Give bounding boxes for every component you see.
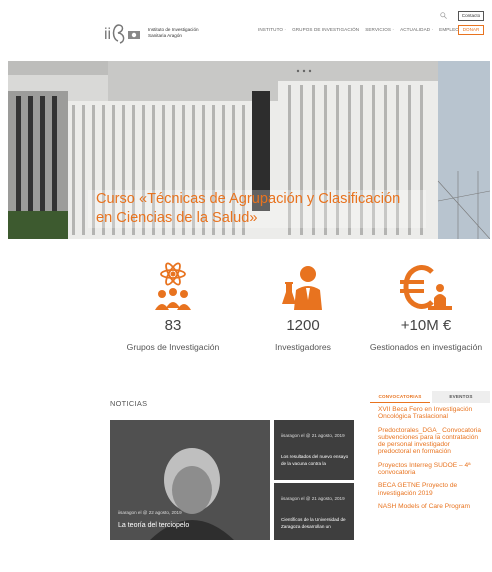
hero-title[interactable]: Curso «Técnicas de Agrupación y Clasific… bbox=[88, 190, 426, 228]
site-header: ii Instituto de Investigación Sanitaria … bbox=[0, 0, 492, 60]
logo-text: Instituto de Investigación Sanitaria Ara… bbox=[148, 27, 199, 38]
iis-logo-mark: ii bbox=[104, 24, 140, 44]
tab-convocatorias[interactable]: CONVOCATORIAS bbox=[370, 391, 430, 403]
contact-button[interactable]: Contacto bbox=[458, 11, 484, 21]
convocatoria-link[interactable]: BECA GETNE Proyecto de investigación 201… bbox=[378, 482, 482, 497]
news-title[interactable]: La teoría del terciopelo bbox=[118, 522, 189, 529]
atom-people-icon bbox=[155, 262, 191, 310]
search-icon[interactable] bbox=[440, 12, 447, 19]
svg-text:ii: ii bbox=[104, 26, 111, 43]
stat-researchers: 1200 Investigadores bbox=[258, 262, 348, 352]
nav-empleo[interactable]: EMPLEO bbox=[439, 27, 459, 32]
news-card[interactable]: iisaragon el @ 21 agosto, 2019 Los resul… bbox=[274, 420, 354, 480]
convocatoria-link[interactable]: Predoctorales_DGA_ Convocatoria subvenci… bbox=[378, 427, 482, 456]
stat-value: 1200 bbox=[286, 317, 320, 334]
convocatorias-list: XVII Beca Fero en Investigación Oncológi… bbox=[378, 406, 482, 516]
news-meta: iisaragon el @ 21 agosto, 2019 bbox=[281, 433, 345, 438]
news-snippet[interactable]: Los resultados del nuevo ensayo de la va… bbox=[281, 453, 351, 467]
nav-actualidad[interactable]: ACTUALIDAD · bbox=[400, 27, 433, 32]
stat-funding: +10M € Gestionados en investigación bbox=[362, 262, 490, 352]
stat-value: 83 bbox=[164, 317, 182, 334]
news-heading: NOTICIAS bbox=[110, 399, 148, 408]
researcher-icon bbox=[282, 266, 322, 310]
news-meta: iisaragon el @ 21 agosto, 2019 bbox=[281, 496, 345, 501]
news-featured-card[interactable]: iisaragon el @ 22 agosto, 2019 La teoría… bbox=[110, 420, 270, 540]
convocatoria-link[interactable]: Proyectos Interreg SUDOE – 4ª convocator… bbox=[378, 462, 482, 477]
nav-grupos[interactable]: GRUPOS DE INVESTIGACIÓN bbox=[292, 27, 359, 32]
nav-instituto[interactable]: INSTITUTO · bbox=[258, 27, 286, 32]
news-snippet[interactable]: Científicos de la Universidad de Zaragoz… bbox=[281, 516, 351, 530]
convocatoria-link[interactable]: NASH Models of Care Program bbox=[378, 503, 482, 510]
news-meta: iisaragon el @ 22 agosto, 2019 bbox=[118, 510, 182, 515]
main-nav: INSTITUTO · GRUPOS DE INVESTIGACIÓN SERV… bbox=[258, 27, 459, 32]
tab-eventos[interactable]: EVENTOS bbox=[432, 391, 490, 403]
site-logo[interactable]: ii Instituto de Investigación Sanitaria … bbox=[104, 20, 204, 46]
stat-label: Gestionados en investigación bbox=[369, 342, 483, 352]
donate-button[interactable]: DONAR bbox=[458, 25, 484, 35]
stat-groups: 83 Grupos de Investigación bbox=[118, 262, 228, 352]
news-card[interactable]: iisaragon el @ 21 agosto, 2019 Científic… bbox=[274, 483, 354, 540]
euro-icon bbox=[400, 265, 452, 310]
stat-label: Investigadores bbox=[275, 342, 331, 352]
stat-label: Grupos de Investigación bbox=[126, 342, 220, 352]
stat-value: +10M € bbox=[400, 317, 452, 334]
convocatoria-link[interactable]: XVII Beca Fero en Investigación Oncológi… bbox=[378, 406, 482, 421]
nav-servicios[interactable]: SERVICIOS · bbox=[365, 27, 394, 32]
